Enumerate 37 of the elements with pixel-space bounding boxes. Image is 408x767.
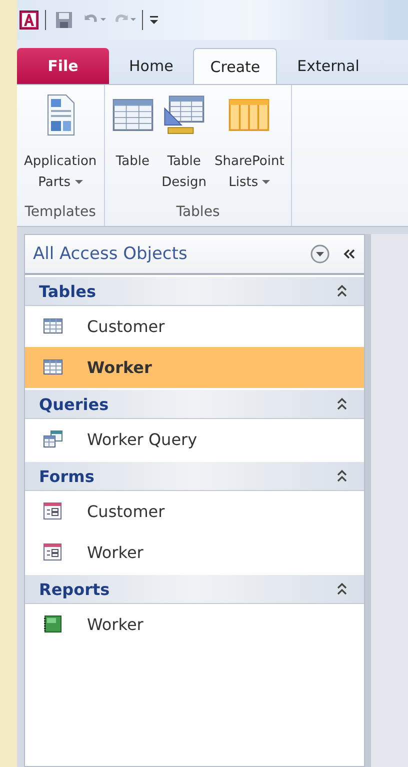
navigation-item[interactable]: Worker Query bbox=[25, 419, 364, 460]
access-logo-icon[interactable] bbox=[19, 10, 39, 30]
ribbon-tab[interactable]: External bbox=[281, 48, 376, 84]
section-header[interactable]: Reports bbox=[25, 573, 364, 604]
chevron-icon[interactable] bbox=[336, 284, 348, 298]
ribbon-button[interactable]: SharePoint Lists bbox=[212, 91, 288, 202]
navigation-item[interactable]: Worker bbox=[25, 604, 364, 645]
table-icon bbox=[43, 317, 63, 335]
ribbon-button[interactable]: Table bbox=[108, 91, 157, 202]
ribbon-tab[interactable]: Home bbox=[113, 48, 190, 84]
chevron-icon[interactable] bbox=[336, 582, 348, 596]
navigation-item[interactable]: Worker bbox=[25, 347, 364, 388]
section-header[interactable]: Tables bbox=[25, 275, 364, 306]
chevron-icon[interactable] bbox=[336, 397, 348, 411]
form-icon bbox=[43, 502, 63, 520]
section-header[interactable]: Queries bbox=[25, 388, 364, 419]
table-design-icon bbox=[163, 93, 206, 137]
collapse-pane-icon[interactable] bbox=[342, 248, 356, 260]
dropdown-arrow-icon bbox=[262, 180, 270, 185]
table-icon bbox=[43, 358, 63, 376]
ribbon-button[interactable]: Application Parts bbox=[21, 91, 100, 202]
ribbon-tab[interactable]: Create bbox=[193, 48, 278, 84]
navigation-item[interactable]: Worker bbox=[25, 532, 364, 573]
form-icon bbox=[43, 543, 63, 561]
query-icon bbox=[43, 430, 63, 448]
customize-toolbar-icon[interactable] bbox=[149, 14, 159, 26]
section-header[interactable]: Forms bbox=[25, 460, 364, 491]
report-icon bbox=[43, 615, 63, 633]
ribbon-button[interactable]: Table Design bbox=[158, 91, 210, 202]
navigation-item[interactable]: Customer bbox=[25, 306, 364, 347]
navigation-item[interactable]: Customer bbox=[25, 491, 364, 532]
ribbon-group-label: Templates bbox=[24, 203, 96, 222]
chevron-icon[interactable] bbox=[336, 469, 348, 483]
dropdown-arrow-icon bbox=[74, 180, 83, 185]
ribbon-tab[interactable]: File bbox=[17, 48, 109, 84]
ribbon-group-label: Tables bbox=[176, 203, 220, 222]
dropdown-circle-icon[interactable] bbox=[310, 244, 330, 264]
